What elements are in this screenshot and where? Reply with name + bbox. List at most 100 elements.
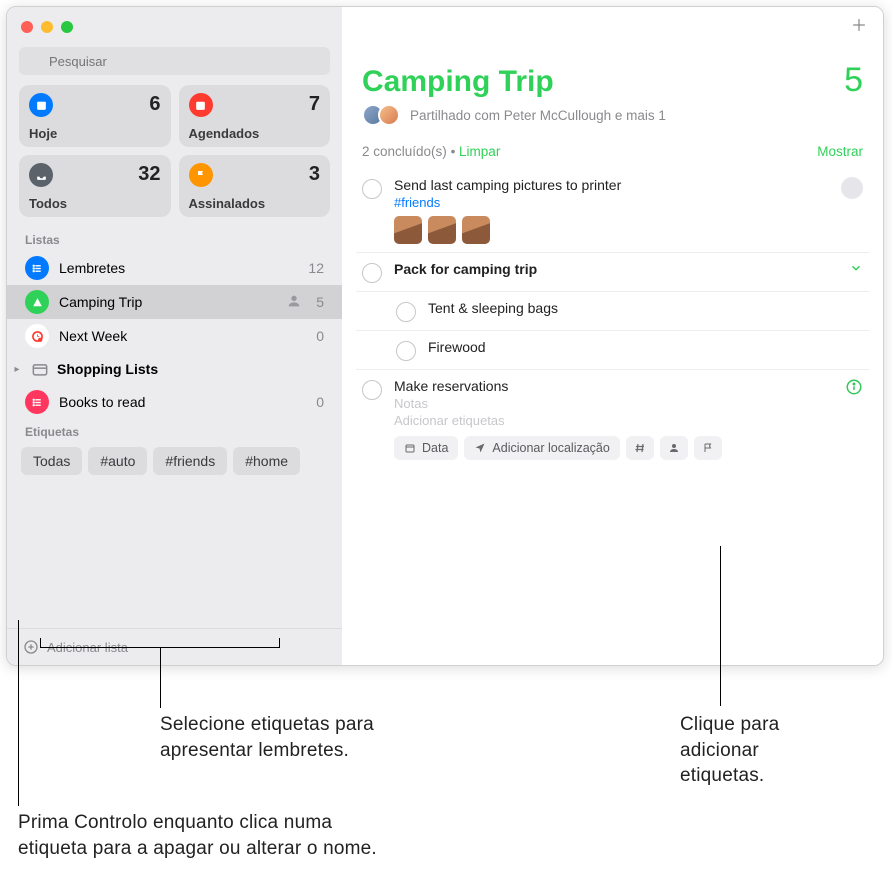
list-count: 12 xyxy=(308,260,324,276)
calendar-icon xyxy=(29,93,53,117)
tag-chip-all[interactable]: Todas xyxy=(21,447,82,475)
smart-scheduled[interactable]: 7 Agendados xyxy=(179,85,331,147)
calendar-icon xyxy=(404,442,416,454)
callout-line xyxy=(720,546,721,706)
reminder-item[interactable]: Send last camping pictures to printer #f… xyxy=(356,169,869,253)
avatar xyxy=(378,104,400,126)
lists-section-title: Listas xyxy=(7,227,342,251)
search-input[interactable] xyxy=(19,47,330,75)
smart-flagged[interactable]: 3 Assinalados xyxy=(179,155,331,217)
attachment-thumbnails xyxy=(394,216,829,244)
tag-chip-auto[interactable]: #auto xyxy=(88,447,147,475)
complete-checkbox[interactable] xyxy=(396,341,416,361)
list-count: 0 xyxy=(316,328,324,344)
smart-today[interactable]: 6 Hoje xyxy=(19,85,171,147)
list-count: 0 xyxy=(316,394,324,410)
shared-with-row[interactable]: Partilhado com Peter McCullough e mais 1 xyxy=(342,100,883,136)
person-icon xyxy=(668,442,680,454)
image-thumbnail[interactable] xyxy=(428,216,456,244)
list-count: 5 xyxy=(316,294,324,310)
smart-count: 7 xyxy=(309,93,320,116)
shared-avatars xyxy=(362,104,400,126)
list-title: Camping Trip xyxy=(362,65,554,99)
sidebar-list-lembretes[interactable]: Lembretes 12 xyxy=(7,251,342,285)
tent-icon xyxy=(25,290,49,314)
add-location-button[interactable]: Adicionar localização xyxy=(464,436,619,460)
add-date-button[interactable]: Data xyxy=(394,436,458,460)
assign-button[interactable] xyxy=(660,436,688,460)
completed-status: 2 concluído(s) • Limpar xyxy=(362,144,500,159)
add-reminder-button[interactable] xyxy=(849,15,869,41)
assignee-avatar[interactable] xyxy=(841,177,863,199)
reminder-subtask[interactable]: Tent & sleeping bags xyxy=(356,292,869,331)
plus-circle-icon xyxy=(23,639,39,655)
info-button[interactable] xyxy=(845,378,863,396)
add-tags-field[interactable]: Adicionar etiquetas xyxy=(394,413,833,428)
callout-text: Selecione etiquetas para apresentar lemb… xyxy=(160,712,374,763)
tags-section-title: Etiquetas xyxy=(7,419,342,443)
sidebar-list-books[interactable]: Books to read 0 xyxy=(7,385,342,419)
reminder-subtask[interactable]: Firewood xyxy=(356,331,869,370)
minimize-button[interactable] xyxy=(41,21,53,33)
reminder-title: Send last camping pictures to printer xyxy=(394,177,829,193)
complete-checkbox[interactable] xyxy=(362,263,382,283)
list-name: Books to read xyxy=(59,394,306,410)
flag-icon xyxy=(702,442,714,454)
main-content: Camping Trip 5 Partilhado com Peter McCu… xyxy=(342,7,883,665)
list-remaining-count: 5 xyxy=(844,61,863,100)
image-thumbnail[interactable] xyxy=(394,216,422,244)
reminder-tag[interactable]: #friends xyxy=(394,195,829,210)
complete-checkbox[interactable] xyxy=(396,302,416,322)
smart-label: Todos xyxy=(29,196,161,211)
complete-checkbox[interactable] xyxy=(362,380,382,400)
sidebar-list-nextweek[interactable]: Next Week 0 xyxy=(7,319,342,353)
reminder-title: Pack for camping trip xyxy=(394,261,837,277)
folder-name: Shopping Lists xyxy=(57,361,324,377)
callout-text: Clique para adicionar etiquetas. xyxy=(680,712,779,789)
hash-icon xyxy=(634,442,646,454)
image-thumbnail[interactable] xyxy=(462,216,490,244)
notes-field[interactable]: Notas xyxy=(394,396,833,411)
chevron-right-icon: ▸ xyxy=(11,364,23,375)
smart-count: 32 xyxy=(138,163,160,186)
smart-count: 3 xyxy=(309,163,320,186)
reminder-title: Firewood xyxy=(428,339,863,355)
expand-subtasks-button[interactable] xyxy=(849,261,863,275)
reminder-item-editing[interactable]: Make reservations Notas Adicionar etique… xyxy=(356,370,869,468)
smart-label: Assinalados xyxy=(189,196,321,211)
sidebar-list-camping[interactable]: Camping Trip 5 xyxy=(7,285,342,319)
smart-all[interactable]: 32 Todos xyxy=(19,155,171,217)
callout-line xyxy=(18,620,19,806)
reminders-window: 6 Hoje 7 Agendados 32 xyxy=(6,6,884,666)
tag-cloud: Todas #auto #friends #home xyxy=(7,443,342,483)
clear-completed-button[interactable]: Limpar xyxy=(459,144,500,159)
tag-chip-friends[interactable]: #friends xyxy=(153,447,227,475)
reminder-edit-toolbar: Data Adicionar localização xyxy=(394,436,833,460)
close-button[interactable] xyxy=(21,21,33,33)
list-name: Next Week xyxy=(59,328,306,344)
flag-icon xyxy=(189,163,213,187)
callout-bracket xyxy=(40,638,280,648)
add-tag-button[interactable] xyxy=(626,436,654,460)
list-name: Camping Trip xyxy=(59,294,276,310)
complete-checkbox[interactable] xyxy=(362,179,382,199)
flag-button[interactable] xyxy=(694,436,722,460)
calendar-icon xyxy=(189,93,213,117)
shared-icon xyxy=(286,293,302,312)
list-icon xyxy=(25,390,49,414)
sidebar: 6 Hoje 7 Agendados 32 xyxy=(7,7,342,665)
smart-count: 6 xyxy=(149,93,160,116)
callout-text: Prima Controlo enquanto clica numa etiqu… xyxy=(18,810,377,861)
sidebar-folder-shopping[interactable]: ▸ Shopping Lists xyxy=(7,353,342,385)
reminder-item[interactable]: Pack for camping trip xyxy=(356,253,869,292)
callout-line xyxy=(160,648,161,708)
fullscreen-button[interactable] xyxy=(61,21,73,33)
reminder-title: Tent & sleeping bags xyxy=(428,300,863,316)
shared-text: Partilhado com Peter McCullough e mais 1 xyxy=(410,108,666,123)
clock-icon xyxy=(25,324,49,348)
folder-icon xyxy=(29,358,51,380)
tag-chip-home[interactable]: #home xyxy=(233,447,300,475)
show-completed-button[interactable]: Mostrar xyxy=(817,144,863,159)
smart-lists-grid: 6 Hoje 7 Agendados 32 xyxy=(7,85,342,227)
reminder-title: Make reservations xyxy=(394,378,833,394)
